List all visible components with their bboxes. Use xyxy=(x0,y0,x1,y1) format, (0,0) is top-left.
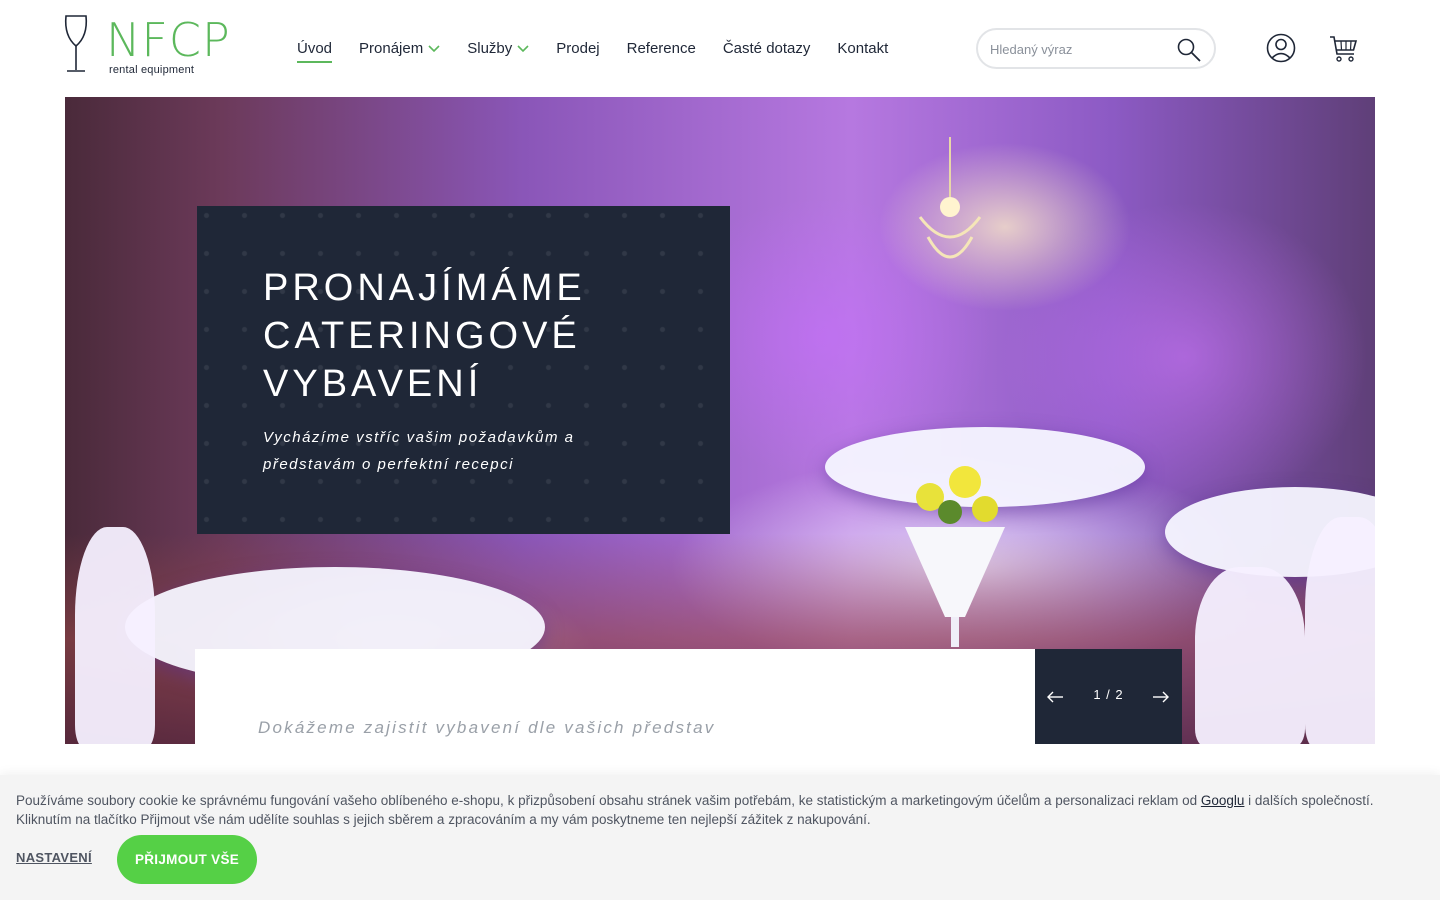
hero-subtitle: Vycházíme vstříc vašim požadavkům a před… xyxy=(263,429,575,473)
cookie-text-before: Používáme soubory cookie ke správnému fu… xyxy=(16,793,1201,808)
site-header: NFCP rental equipment Úvod Pronájem Služ… xyxy=(0,0,1440,97)
hero-image-chair xyxy=(75,527,155,744)
cookie-banner: Používáme soubory cookie ke správnému fu… xyxy=(0,775,1440,900)
hero-caption: Dokážeme zajistit vybavení dle vašich př… xyxy=(258,718,716,737)
hero-image-chair xyxy=(1195,567,1305,744)
cookie-text: Používáme soubory cookie ke správnému fu… xyxy=(16,791,1376,829)
search-input[interactable] xyxy=(990,39,1170,59)
nav-label: Kontakt xyxy=(837,39,889,57)
nav-label: Prodej xyxy=(556,39,600,57)
main-nav: Úvod Pronájem Služby Prodej Reference Ča… xyxy=(297,36,915,63)
slider-controls: 1 / 2 xyxy=(1035,649,1182,744)
nav-label: Úvod xyxy=(297,39,333,57)
hero-text-box: PRONAJÍMÁME CATERINGOVÉ VYBAVENÍ Vychází… xyxy=(197,206,730,534)
hero-caption-box: Dokážeme zajistit vybavení dle vašich př… xyxy=(195,649,1035,744)
nav-item-sluzby[interactable]: Služby xyxy=(467,40,529,57)
nav-label: Časté dotazy xyxy=(722,39,811,57)
nav-label: Pronájem xyxy=(359,39,424,57)
logo-text: NFCP xyxy=(106,13,231,67)
nav-item-kontakt[interactable]: Kontakt xyxy=(837,40,888,57)
logo[interactable]: NFCP rental equipment xyxy=(62,14,242,80)
chandelier-decoration xyxy=(918,137,982,259)
nav-item-pronajem[interactable]: Pronájem xyxy=(359,40,440,57)
user-icon[interactable] xyxy=(1266,33,1296,63)
nav-label: Reference xyxy=(626,39,696,57)
chevron-down-icon xyxy=(517,45,529,53)
hero-title: PRONAJÍMÁME CATERINGOVÉ VYBAVENÍ xyxy=(263,267,586,405)
wine-glass-icon xyxy=(64,15,88,72)
nav-label: Služby xyxy=(467,39,513,57)
nav-item-reference[interactable]: Reference xyxy=(627,40,696,57)
arrow-left-icon[interactable] xyxy=(1045,687,1065,707)
chevron-down-icon xyxy=(428,45,440,53)
nav-item-caste-dotazy[interactable]: Časté dotazy xyxy=(723,40,811,57)
cookie-settings-link[interactable]: NASTAVENÍ xyxy=(16,850,92,865)
cart-icon[interactable] xyxy=(1328,33,1358,63)
cookie-google-link[interactable]: Googlu xyxy=(1201,793,1245,808)
logo-subtitle: rental equipment xyxy=(109,64,195,76)
search-icon[interactable] xyxy=(1176,37,1202,63)
slide-counter: 1 / 2 xyxy=(1093,687,1124,702)
hero-slider: PRONAJÍMÁME CATERINGOVÉ VYBAVENÍ Vychází… xyxy=(65,97,1375,744)
flower-vase-decoration xyxy=(905,466,1005,647)
nav-item-prodej[interactable]: Prodej xyxy=(556,40,599,57)
hero-image-chair xyxy=(1305,517,1375,744)
accept-all-button[interactable]: PŘIJMOUT VŠE xyxy=(117,835,257,884)
search-box xyxy=(976,28,1216,69)
nav-item-uvod[interactable]: Úvod xyxy=(297,39,333,63)
arrow-right-icon[interactable] xyxy=(1151,687,1171,707)
